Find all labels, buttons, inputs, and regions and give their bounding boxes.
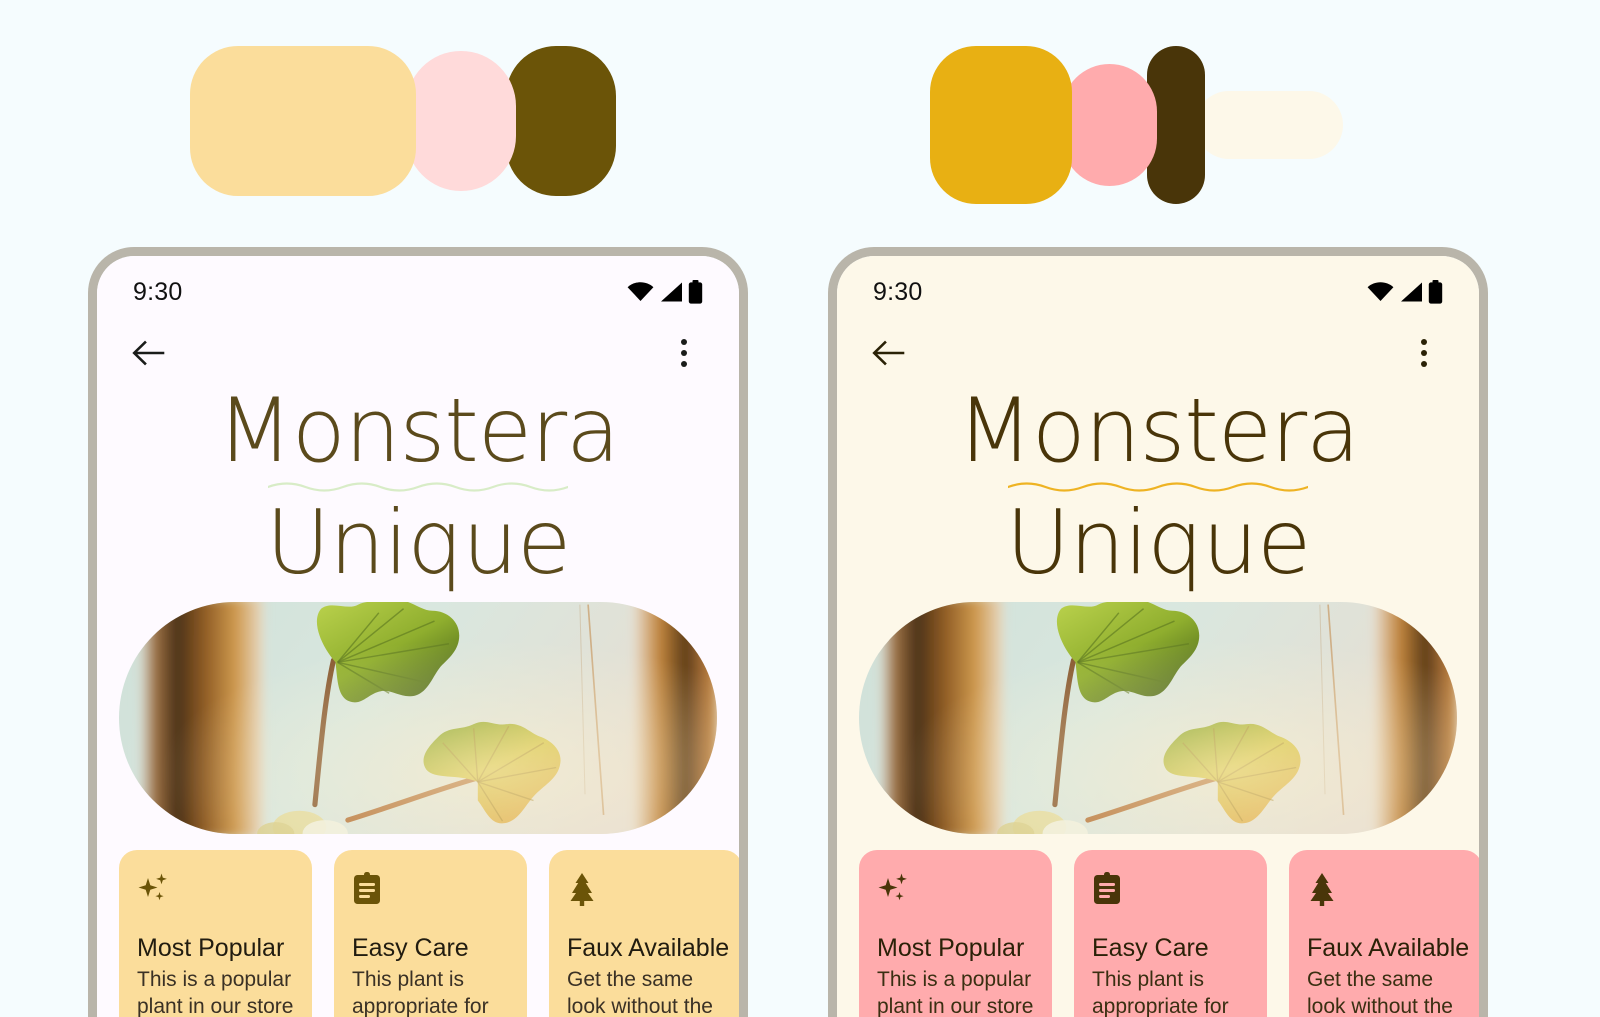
signal-icon [1401, 282, 1422, 302]
battery-icon [688, 280, 703, 304]
right-palette [930, 46, 1343, 204]
more-vert-icon [1421, 339, 1427, 367]
swatch-primary-container [190, 46, 416, 196]
feature-card-title: Faux Available [1307, 934, 1470, 963]
feature-card[interactable]: Faux Available Get the same look without … [1289, 850, 1479, 1017]
feature-card-body: This is a popular plant in our store [877, 968, 1034, 1017]
feature-card-row: Most Popular This is a popular plant in o… [837, 834, 1479, 1017]
back-arrow-icon [872, 340, 905, 366]
phone-screen: 9:30 Monstera Unique Most Popular This is a … [837, 256, 1479, 1017]
status-bar: 9:30 [837, 256, 1479, 318]
hero-title-line-2: Unique [1005, 491, 1311, 595]
overflow-menu-button[interactable] [1401, 330, 1447, 376]
more-vert-icon [681, 339, 687, 367]
feature-card-title: Most Popular [137, 934, 285, 963]
back-arrow-icon [132, 340, 165, 366]
feature-card-title: Easy Care [352, 934, 469, 963]
phone-screen: 9:30 Monstera Unique Most Popular This is a … [97, 256, 739, 1017]
feature-card-body: This is a popular plant in our store [137, 968, 294, 1017]
feature-card-row: Most Popular This is a popular plant in o… [97, 834, 739, 1017]
tree-icon [1310, 873, 1334, 907]
right-device: 9:30 Monstera Unique Most Popular This is a … [828, 247, 1488, 1017]
plant-photo-image [859, 602, 1457, 835]
feature-card-body: Get the same look without the [1307, 968, 1453, 1017]
feature-card-body: Get the same look without the [567, 968, 713, 1017]
app-bar [837, 318, 1479, 388]
feature-card[interactable]: Most Popular This is a popular plant in o… [119, 850, 312, 1017]
feature-card-body: This plant is appropriate for [352, 968, 489, 1017]
hero-section: Monstera Unique [837, 379, 1479, 595]
overflow-menu-button[interactable] [661, 330, 707, 376]
hero-title-line-1: Monstera [956, 379, 1360, 482]
feature-card-icon [877, 872, 1034, 912]
status-bar-icons [627, 280, 703, 304]
feature-card-title: Most Popular [877, 934, 1025, 963]
feature-card-title: Faux Available [567, 934, 730, 963]
swatch-secondary [1062, 64, 1157, 186]
left-device: 9:30 Monstera Unique Most Popular This is a … [88, 247, 748, 1017]
hero-section: Monstera Unique [97, 379, 739, 595]
back-button[interactable] [125, 330, 171, 376]
swatch-on-surface [506, 46, 616, 196]
status-bar-time: 9:30 [133, 277, 183, 306]
hero-title-line-2: Unique [265, 491, 571, 595]
hero-title-line-1: Monstera [216, 379, 620, 482]
status-bar-icons [1367, 280, 1443, 304]
back-button[interactable] [865, 330, 911, 376]
hero-image [859, 602, 1457, 835]
feature-card[interactable]: Faux Available Get the same look without … [549, 850, 739, 1017]
feature-card[interactable]: Easy Care This plant is appropriate for [334, 850, 527, 1017]
status-bar: 9:30 [97, 256, 739, 318]
left-palette [190, 46, 616, 196]
signal-icon [661, 282, 682, 302]
feature-card-icon [137, 872, 294, 912]
tree-icon [570, 873, 594, 907]
feature-card-icon [567, 872, 724, 912]
swatch-secondary-container [406, 51, 516, 191]
plant-photo-image [119, 602, 717, 835]
hero-image [119, 602, 717, 835]
clipboard-icon [354, 872, 380, 905]
sparkles-icon [878, 873, 907, 901]
feature-card-icon [352, 872, 509, 912]
clipboard-icon [1094, 872, 1120, 905]
wifi-icon [627, 282, 654, 301]
swatch-surface [1195, 91, 1343, 159]
feature-card[interactable]: Easy Care This plant is appropriate for [1074, 850, 1267, 1017]
swatch-primary [930, 46, 1072, 204]
feature-card[interactable]: Most Popular This is a popular plant in o… [859, 850, 1052, 1017]
app-bar [97, 318, 739, 388]
status-bar-time: 9:30 [873, 277, 923, 306]
battery-icon [1428, 280, 1443, 304]
feature-card-icon [1307, 872, 1464, 912]
wifi-icon [1367, 282, 1394, 301]
feature-card-body: This plant is appropriate for [1092, 968, 1229, 1017]
sparkles-icon [138, 873, 167, 901]
feature-card-title: Easy Care [1092, 934, 1209, 963]
feature-card-icon [1092, 872, 1249, 912]
